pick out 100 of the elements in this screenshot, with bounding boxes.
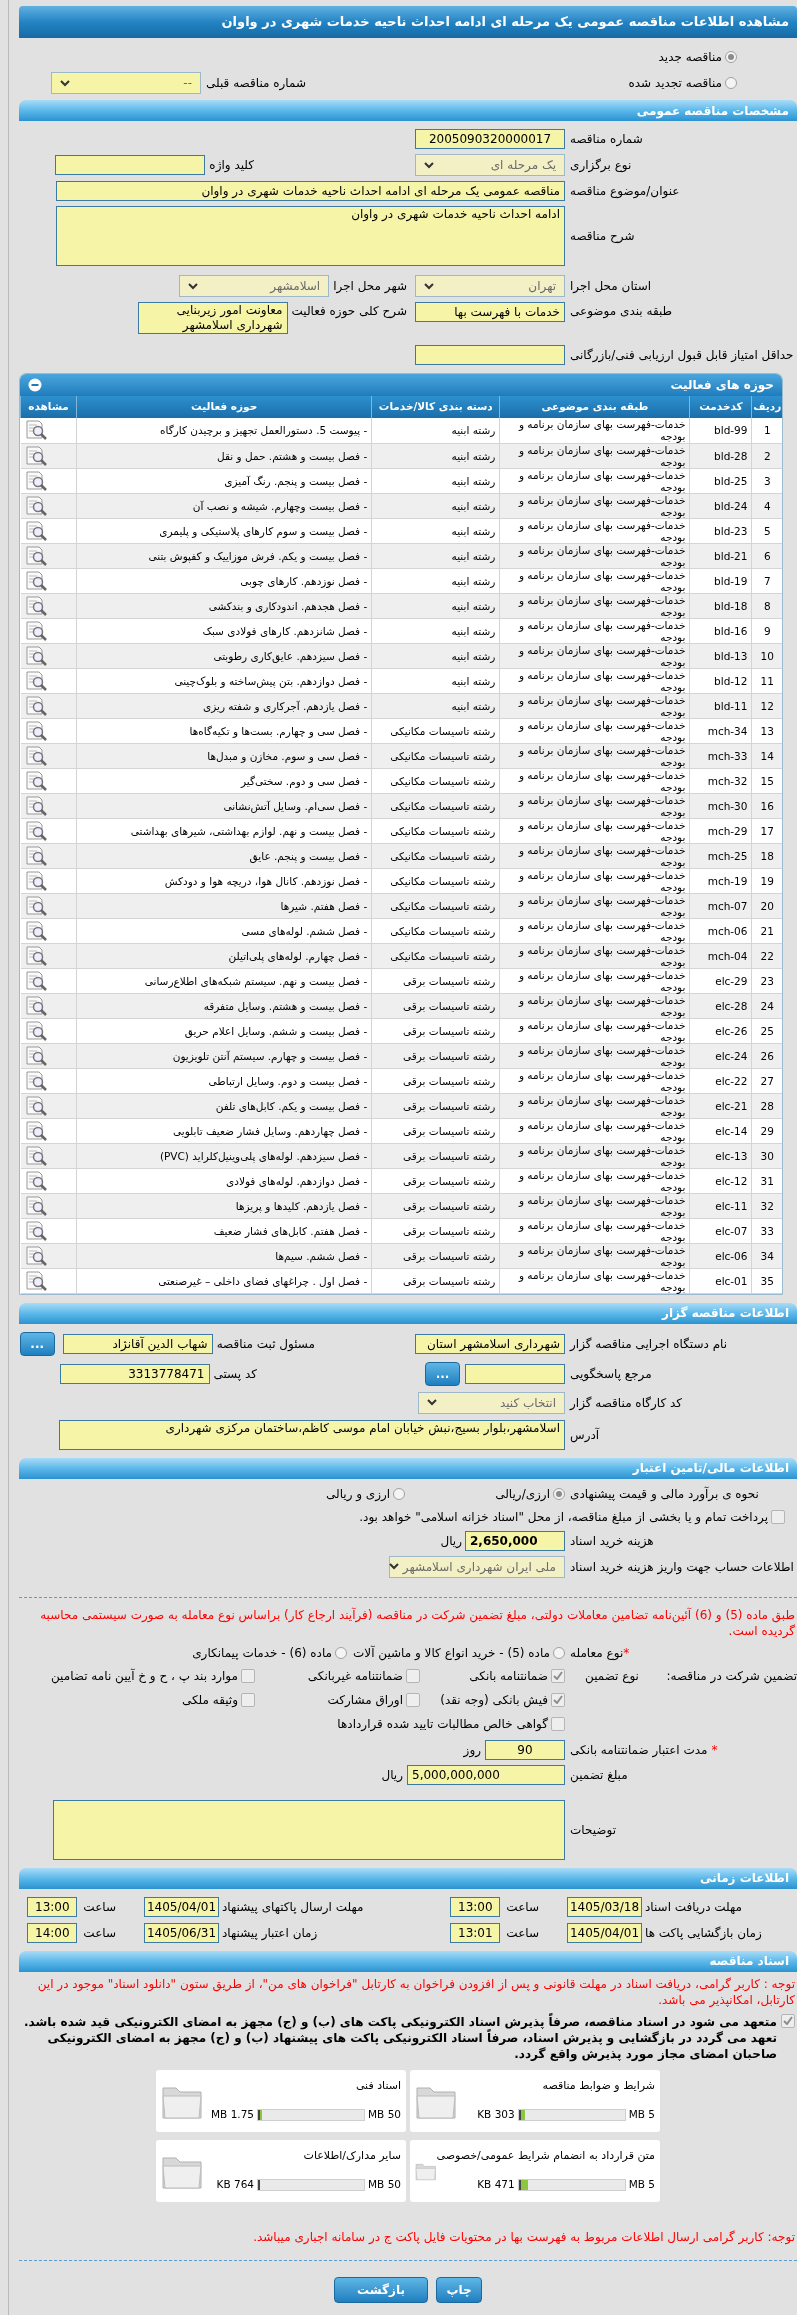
input-field[interactable]	[415, 345, 565, 365]
checkbox[interactable]	[771, 1509, 785, 1524]
document-magnifier-icon[interactable]	[24, 719, 49, 742]
table-cell: خدمات-فهرست بهای سازمان برنامه و بودجه	[499, 1018, 690, 1043]
radio-button[interactable]	[553, 1487, 565, 1500]
document-magnifier-icon[interactable]	[24, 844, 49, 867]
table-cell: خدمات-فهرست بهای سازمان برنامه و بودجه	[499, 693, 690, 718]
checkbox[interactable]	[781, 2013, 795, 2028]
input-field[interactable]: 13:00	[450, 1896, 501, 1917]
input-field[interactable]: 13:01	[450, 1922, 501, 1943]
text-area[interactable]	[53, 1799, 565, 1860]
document-magnifier-icon[interactable]	[24, 1119, 49, 1142]
option-label: موارد بند پ ، ح و خ آیین نامه تضامین	[50, 1667, 238, 1685]
input-field[interactable]: 3313778471	[59, 1363, 210, 1384]
input-field[interactable]: شهرداری اسلامشهر استان	[415, 1333, 565, 1354]
document-magnifier-icon[interactable]	[24, 1094, 49, 1117]
input-field[interactable]: 5,000,000,000	[407, 1764, 565, 1785]
input-field[interactable]: 1405/04/01	[144, 1896, 219, 1917]
table-cell: رشته ابنیه	[371, 418, 500, 443]
input-field[interactable]: مناقصه عمومی یک مرحله ای ادامه احداث ناحیه خدمات شهری در واوان	[56, 181, 565, 201]
input-field[interactable]: خدمات با فهرست بها	[415, 302, 565, 322]
document-magnifier-icon[interactable]	[24, 894, 49, 917]
table-cell: bld-28	[689, 443, 752, 468]
document-magnifier-icon[interactable]	[24, 1219, 49, 1242]
document-magnifier-icon[interactable]	[24, 769, 49, 792]
dropdown[interactable]: اسلامشهر	[179, 275, 330, 297]
input-field[interactable]: 2,650,000	[465, 1530, 565, 1551]
document-magnifier-icon[interactable]	[24, 1169, 49, 1192]
field-label: حداقل امتیاز قابل قبول ارزیابی فنی/بازرگانی	[570, 347, 794, 364]
field-label: کلید واژه	[209, 157, 254, 174]
document-magnifier-icon[interactable]	[24, 819, 49, 842]
input-field[interactable]: 2005090320000017	[415, 129, 565, 149]
document-magnifier-icon[interactable]	[24, 494, 49, 517]
dropdown[interactable]: تهران	[415, 275, 565, 297]
input-field[interactable]: 1405/06/31	[144, 1922, 219, 1943]
input-field[interactable]: 14:00	[27, 1922, 78, 1943]
radio-button[interactable]	[553, 1646, 565, 1659]
document-magnifier-icon[interactable]	[24, 544, 49, 567]
document-magnifier-icon[interactable]	[24, 869, 49, 892]
checkbox[interactable]	[241, 1668, 255, 1683]
document-magnifier-icon[interactable]	[24, 419, 49, 442]
input-field[interactable]: 1405/04/01	[567, 1922, 642, 1943]
checkbox[interactable]	[241, 1692, 255, 1707]
table-cell: 25	[752, 1018, 782, 1043]
document-magnifier-icon[interactable]	[24, 1194, 49, 1217]
document-magnifier-icon[interactable]	[24, 1019, 49, 1042]
checkbox[interactable]	[551, 1716, 565, 1731]
document-magnifier-icon[interactable]	[24, 644, 49, 667]
document-magnifier-icon[interactable]	[24, 594, 49, 617]
document-magnifier-icon[interactable]	[24, 1269, 49, 1292]
input-field[interactable]: 13:00	[27, 1896, 78, 1917]
input-field[interactable]: 90	[485, 1739, 565, 1760]
radio-button[interactable]	[335, 1646, 347, 1659]
document-magnifier-icon[interactable]	[24, 944, 49, 967]
checkbox[interactable]	[406, 1668, 420, 1683]
table-cell: خدمات-فهرست بهای سازمان برنامه و بودجه	[499, 1118, 690, 1143]
option-label: ضمانتنامه غیربانکی	[307, 1667, 403, 1685]
dropdown[interactable]: --	[51, 72, 201, 94]
document-magnifier-icon[interactable]	[24, 969, 49, 992]
document-magnifier-icon[interactable]	[24, 1244, 49, 1267]
document-magnifier-icon[interactable]	[24, 794, 49, 817]
document-magnifier-icon[interactable]	[24, 694, 49, 717]
document-magnifier-icon[interactable]	[24, 919, 49, 942]
input-field[interactable]: شهاب الدین آقانژاد	[62, 1333, 213, 1354]
checkbox[interactable]	[406, 1692, 420, 1707]
collapse-icon[interactable]	[28, 378, 42, 392]
dropdown[interactable]: یک مرحله ای	[415, 154, 565, 176]
table-cell: رشته تاسیسات مکانیکی	[371, 718, 500, 743]
field-label: استان محل اجرا	[570, 278, 652, 295]
text-area[interactable]: معاونت امور زیربنایی شهرداری اسلامشهر	[137, 302, 288, 334]
checkbox[interactable]	[551, 1668, 565, 1683]
document-magnifier-icon[interactable]	[24, 669, 49, 692]
checkbox[interactable]	[551, 1692, 565, 1707]
option-label: ضمانتنامه بانکی	[469, 1667, 548, 1685]
text-area[interactable]: ادامه احداث ناحیه خدمات شهری در واوان	[56, 206, 565, 266]
input-field[interactable]	[55, 155, 206, 175]
table-cell: خدمات-فهرست بهای سازمان برنامه و بودجه	[499, 1068, 690, 1093]
document-magnifier-icon[interactable]	[24, 744, 49, 767]
field-label: شهر محل اجرا	[333, 278, 407, 295]
table-cell: - فصل هفتم. کابل‌های فشار ضعیف	[76, 1218, 372, 1243]
radio-button[interactable]	[725, 51, 737, 63]
document-magnifier-icon[interactable]	[24, 619, 49, 642]
text-area[interactable]: اسلامشهر،بلوار بسیج،نبش خیابان امام موسی کاظم،ساختمان مرکزی شهرداری	[59, 1419, 565, 1450]
input-field[interactable]	[465, 1363, 565, 1384]
document-magnifier-icon[interactable]	[24, 444, 49, 467]
dropdown[interactable]: انتخاب کنید	[418, 1391, 565, 1414]
input-field[interactable]: 1405/03/18	[567, 1896, 642, 1917]
dropdown[interactable]: ملی ایران شهرداری اسلامشهر	[389, 1555, 565, 1578]
radio-button[interactable]	[393, 1487, 406, 1500]
document-magnifier-icon[interactable]	[24, 1069, 49, 1092]
field-label: اطلاعات حساب جهت واریز هزینه خرید اسناد	[570, 1558, 794, 1576]
table-cell: رشته تاسیسات مکانیکی	[371, 768, 500, 793]
document-magnifier-icon[interactable]	[24, 1044, 49, 1067]
table-cell: 19	[752, 868, 782, 893]
document-magnifier-icon[interactable]	[24, 569, 49, 592]
document-magnifier-icon[interactable]	[24, 519, 49, 542]
radio-button[interactable]	[725, 77, 737, 89]
document-magnifier-icon[interactable]	[24, 994, 49, 1017]
document-magnifier-icon[interactable]	[24, 1144, 49, 1167]
document-magnifier-icon[interactable]	[24, 469, 49, 492]
